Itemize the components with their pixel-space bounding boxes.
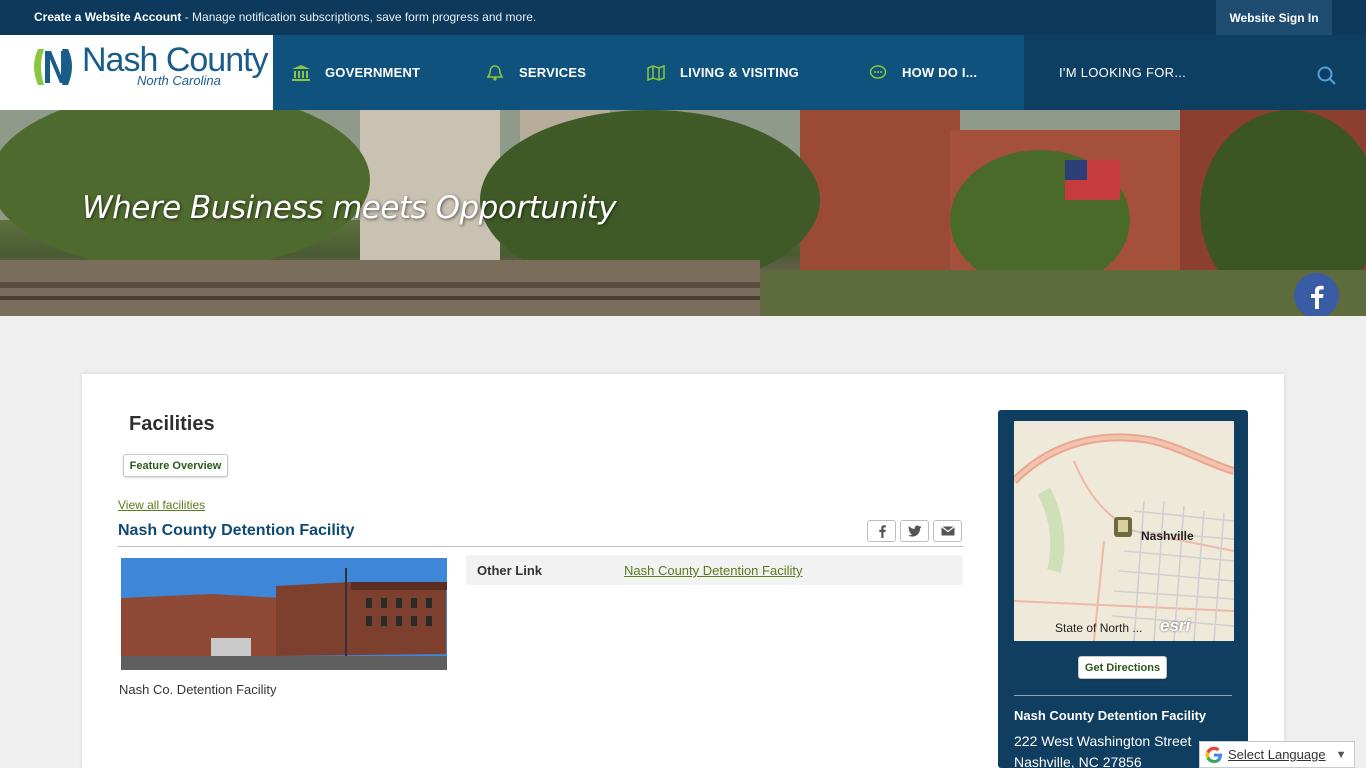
sidebar-divider <box>1014 695 1232 696</box>
speech-bubble-icon <box>868 63 888 83</box>
nav-living-visiting[interactable]: LIVING & VISITING <box>646 35 799 110</box>
nav-government-label: GOVERNMENT <box>325 65 421 80</box>
email-icon <box>940 526 955 536</box>
logo-subtitle: North Carolina <box>137 73 221 88</box>
site-header: Nash County North Carolina GOVERNMENT SE… <box>0 35 1366 110</box>
map-attribution: State of North ... <box>1055 621 1143 635</box>
twitter-icon <box>907 525 921 537</box>
nav-living-visiting-label: LIVING & VISITING <box>680 65 799 80</box>
nav-how-do-i-label: HOW DO I... <box>902 65 978 80</box>
site-logo[interactable]: Nash County North Carolina <box>0 35 273 110</box>
share-email-button[interactable] <box>933 520 962 542</box>
address-line-2: Nashville, NC 27856 <box>1014 754 1142 768</box>
facility-title: Nash County Detention Facility <box>118 522 355 539</box>
esri-logo: esri <box>1160 616 1191 635</box>
nash-logo-icon <box>34 49 72 85</box>
get-directions-button[interactable]: Get Directions <box>1078 656 1167 679</box>
map-town-label: Nashville <box>1141 529 1194 543</box>
other-link-label: Other Link <box>477 563 543 578</box>
other-link-row: Other Link Nash County Detention Facilit… <box>466 555 963 585</box>
bell-icon <box>485 63 505 83</box>
location-map[interactable] <box>1014 421 1234 641</box>
select-language-label: Select Language <box>1228 747 1326 762</box>
main-nav: GOVERNMENT SERVICES LIVING & VISITING HO… <box>273 35 1024 110</box>
facility-photo <box>121 558 447 670</box>
view-all-facilities-link[interactable]: View all facilities <box>118 498 205 512</box>
google-icon <box>1205 746 1222 763</box>
banner-tagline: Where Business meets Opportunity <box>82 190 617 226</box>
account-message: Create a Website Account - Manage notifi… <box>34 10 536 24</box>
search-icon[interactable] <box>1317 66 1337 86</box>
nav-services[interactable]: SERVICES <box>485 35 586 110</box>
hero-banner: Where Business meets Opportunity <box>0 110 1366 316</box>
photo-caption: Nash Co. Detention Facility <box>119 682 277 697</box>
search-box[interactable]: I'M LOOKING FOR... <box>1024 35 1366 110</box>
search-input[interactable]: I'M LOOKING FOR... <box>1059 65 1186 80</box>
facebook-icon <box>1310 285 1324 309</box>
map-icon <box>646 63 666 83</box>
language-selector[interactable]: Select Language ▼ <box>1199 741 1355 768</box>
facebook-icon <box>878 525 886 538</box>
website-sign-in-button[interactable]: Website Sign In <box>1216 0 1332 35</box>
top-bar: Create a Website Account - Manage notifi… <box>0 0 1366 35</box>
address-line-1: 222 West Washington Street <box>1014 733 1192 749</box>
government-building-icon <box>291 63 311 83</box>
feature-overview-button[interactable]: Feature Overview <box>123 454 228 477</box>
other-link-value[interactable]: Nash County Detention Facility <box>624 563 802 578</box>
nav-government[interactable]: GOVERNMENT <box>291 35 420 110</box>
share-facebook-button[interactable] <box>867 520 896 542</box>
chevron-down-icon: ▼ <box>1335 748 1347 761</box>
nav-how-do-i[interactable]: HOW DO I... <box>868 35 977 110</box>
page-title: Facilities <box>129 413 215 435</box>
create-account-link[interactable]: Create a Website Account <box>34 10 181 24</box>
account-message-text: - Manage notification subscriptions, sav… <box>181 10 537 24</box>
share-twitter-button[interactable] <box>900 520 929 542</box>
facebook-button[interactable] <box>1294 273 1339 318</box>
sidebar-facility-name: Nash County Detention Facility <box>1014 708 1207 723</box>
nav-services-label: SERVICES <box>519 65 587 80</box>
title-divider <box>118 546 963 547</box>
